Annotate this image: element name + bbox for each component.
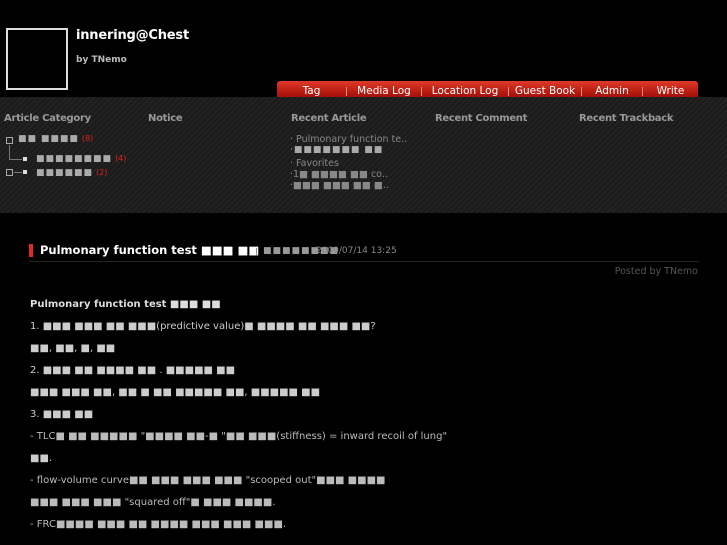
recent-article-item[interactable]: ·■■■ ■■■ ■■ ■.. xyxy=(290,180,389,191)
post-title[interactable]: Pulmonary function test ■■■ ■■ xyxy=(40,243,259,257)
tree-line xyxy=(14,172,22,173)
recent-article-item[interactable]: ·■■■■■■■ ■■ xyxy=(290,145,383,155)
profile-image[interactable] xyxy=(6,28,68,90)
category-item-count: (2) xyxy=(96,168,108,177)
category-item-label: ■■■■■■■■ xyxy=(36,154,113,164)
post-heading: Pulmonary function test ■■■ ■■ xyxy=(30,299,221,310)
post-line: - FRC■■■■ ■■■ ■■ ■■■■ ■■■ ■■■ ■■■. xyxy=(30,519,287,530)
tree-expand-icon[interactable] xyxy=(6,169,13,176)
post-line: 3. ■■■ ■■ xyxy=(30,409,94,420)
post-header: Pulmonary function test ■■■ ■■ | ■■■■■■■… xyxy=(29,242,699,262)
category-item-count: (4) xyxy=(115,154,127,163)
tree-line xyxy=(9,159,22,160)
category-item-1[interactable]: ■■■■■■■■ (4) xyxy=(36,153,126,164)
post-line: ■■. xyxy=(30,453,53,464)
tree-node-icon xyxy=(23,157,27,161)
post-line: 2. ■■■ ■■ ■■■■ ■■ . ■■■■■ ■■ xyxy=(30,365,236,376)
notice-heading: Notice xyxy=(148,113,183,124)
post-line: - TLC■ ■■ ■■■■■ "■■■■ ■■-■ "■■ ■■■(stiff… xyxy=(30,431,448,442)
sidebar-strip: Article Category Notice Recent Article R… xyxy=(0,97,727,213)
post-line: ■■■ ■■■ ■■, ■■ ■ ■■ ■■■■■ ■■, ■■■■■ ■■ xyxy=(30,387,321,398)
post-date: 2009/07/14 13:25 xyxy=(316,246,397,256)
blog-header: innering@Chest by TNemo Tag Media Log Lo… xyxy=(0,0,727,102)
tree-collapse-icon[interactable] xyxy=(6,137,13,144)
category-root[interactable]: ■■ ■■■■ (8) xyxy=(18,133,93,144)
post-line: - flow-volume curve■■ ■■■ ■■■ ■■■ "scoop… xyxy=(30,475,386,486)
recent-trackback-heading: Recent Trackback xyxy=(579,113,674,124)
recent-comment-heading: Recent Comment xyxy=(435,113,528,124)
tree-node-icon xyxy=(23,170,27,174)
recent-article-heading: Recent Article xyxy=(291,113,367,124)
blog-author: by TNemo xyxy=(76,55,127,65)
post-line: ■■■ ■■■ ■■■ "squared off"■ ■■■ ■■■■. xyxy=(30,497,276,508)
blog-title[interactable]: innering@Chest xyxy=(76,28,189,43)
recent-article-item[interactable]: ·1■ ■■■■ ■■ co.. xyxy=(290,169,388,180)
category-root-count: (8) xyxy=(81,134,94,143)
post-meta-divider: | xyxy=(255,247,258,256)
tree-line xyxy=(9,145,10,159)
posted-by: Posted by TNemo xyxy=(614,266,698,277)
category-heading: Article Category xyxy=(4,113,91,124)
category-root-label: ■■ ■■■■ xyxy=(18,134,79,144)
recent-article-item[interactable]: · Favorites xyxy=(290,158,339,169)
recent-article-item[interactable]: · Pulmonary function te.. xyxy=(290,134,407,145)
title-marker-icon xyxy=(29,244,33,257)
post-line: 1. ■■■ ■■■ ■■ ■■■(predictive value)■ ■■■… xyxy=(30,321,376,332)
category-item-2[interactable]: ■■■■■■ (2) xyxy=(36,167,107,178)
post-divider xyxy=(29,261,699,262)
category-item-label: ■■■■■■ xyxy=(36,168,94,178)
post-line: ■■, ■■, ■, ■■ xyxy=(30,343,116,354)
